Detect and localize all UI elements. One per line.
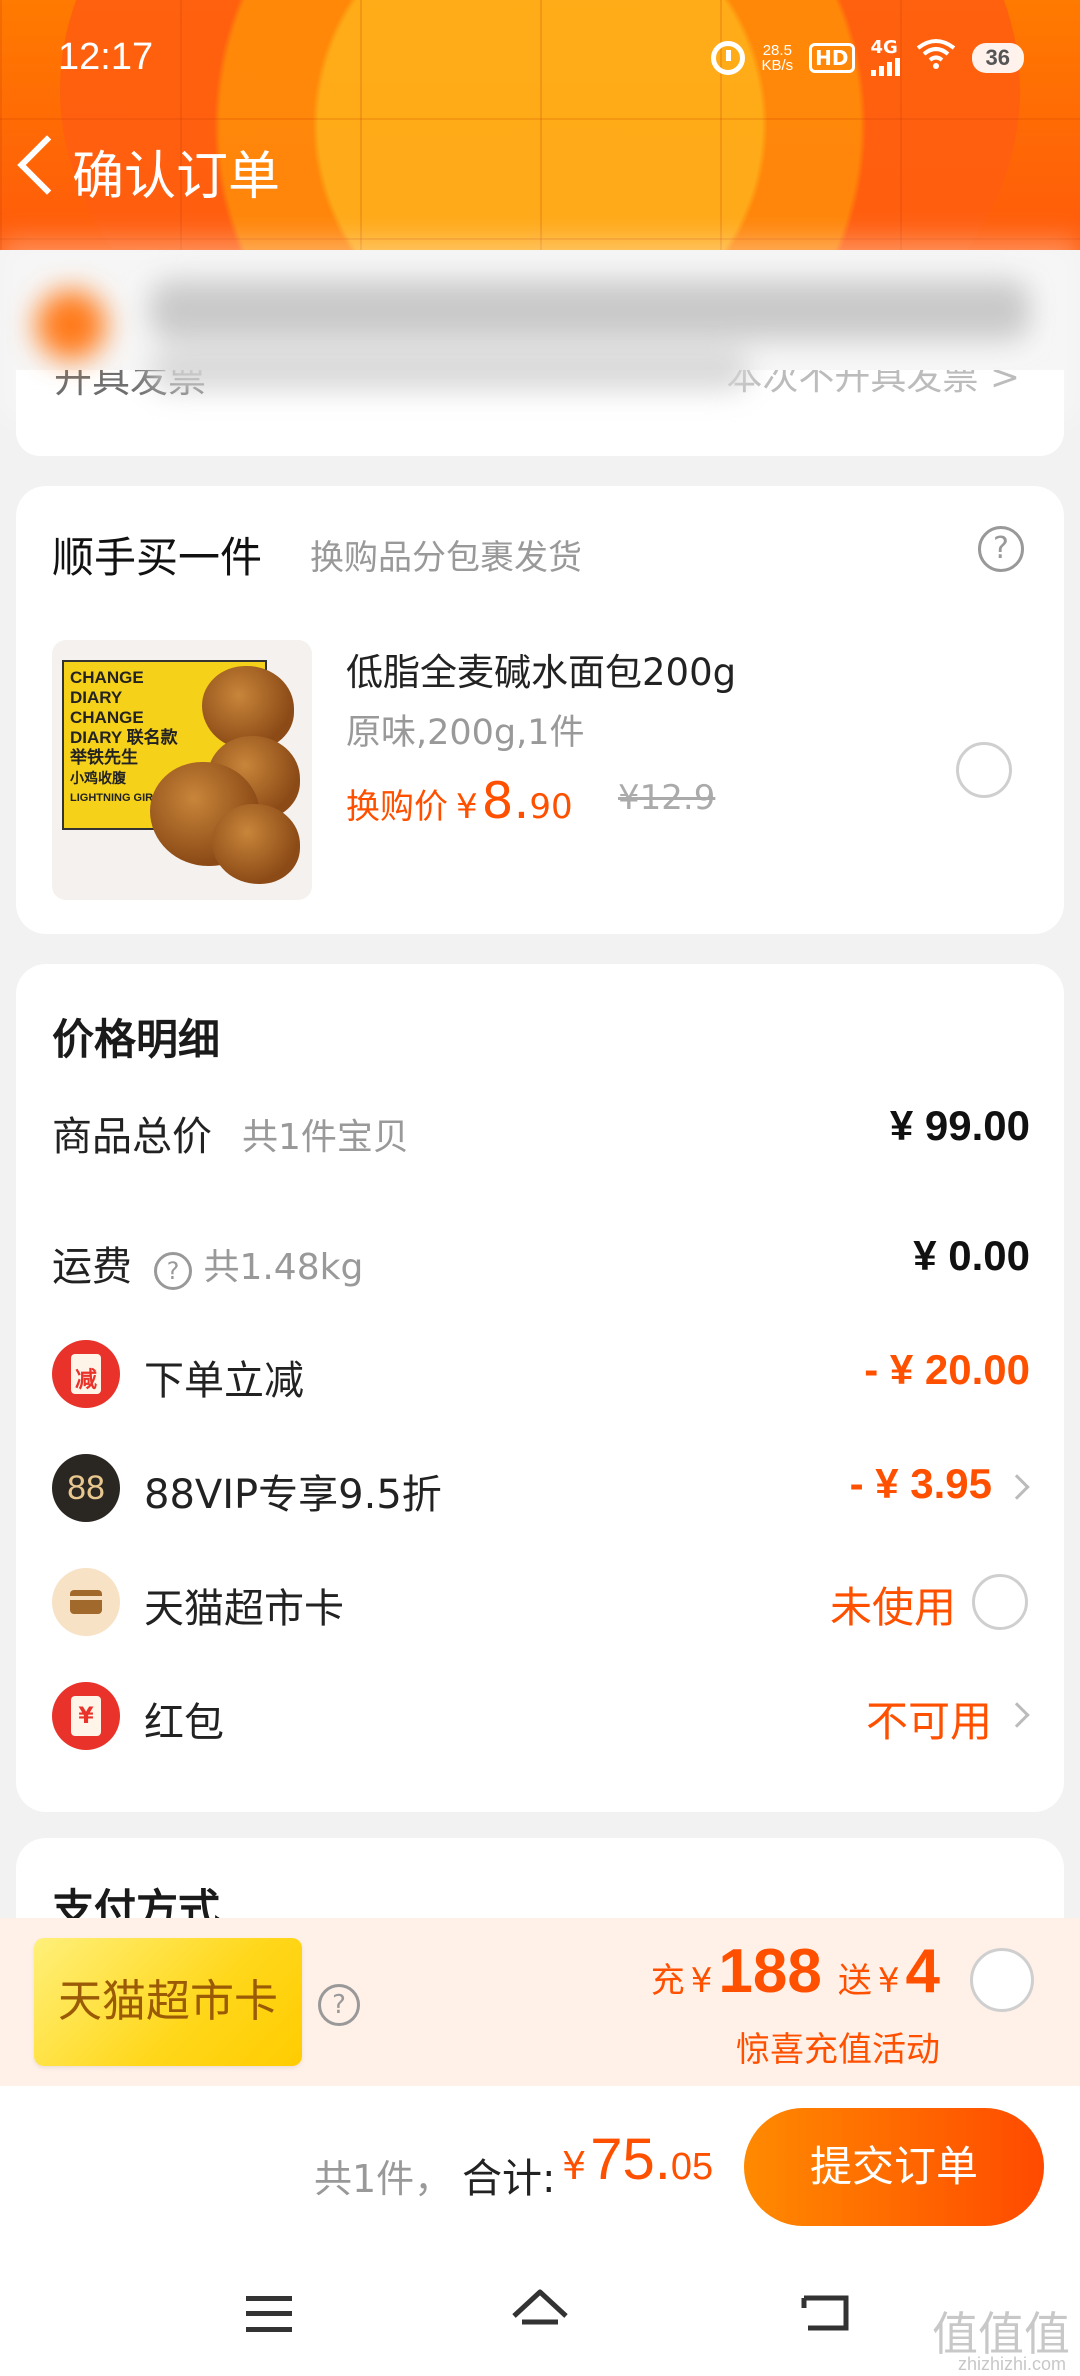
gift-prefix: 送 <box>837 1961 872 2001</box>
discount-icon: 减 <box>52 1340 120 1408</box>
shipping-note: ? 共1.48kg <box>154 1238 363 1290</box>
back-arrow-icon[interactable] <box>17 135 77 195</box>
system-nav-bar: 值值值 zhizhizhi.com <box>0 2256 1080 2376</box>
total-label: 合计: <box>462 2156 556 2202</box>
chevron-right-icon <box>1004 1702 1030 1728</box>
subtotal-amount: ¥ 99.00 <box>889 1102 1030 1149</box>
address-blurred-area <box>0 240 1080 420</box>
recharge-amount: 188 <box>718 1937 822 2006</box>
hd-icon: HD <box>809 42 855 73</box>
supermarket-card-label: 天猫超市卡 <box>144 1586 344 1632</box>
recharge-prefix: 充 <box>650 1961 685 2001</box>
package-text-line: CHANGE <box>70 708 144 727</box>
red-packet-icon-text: ¥ <box>78 1704 94 1729</box>
swap-price-decimal: 90 <box>529 787 573 827</box>
original-price: ¥12.9 <box>618 778 716 818</box>
recharge-currency: ¥ <box>690 1961 713 2001</box>
header-background: 12:17 28.5 KB/s HD 4G 36 确认订单 <box>0 0 1080 250</box>
menu-icon[interactable] <box>246 2296 292 2332</box>
subtotal-label: 商品总价 <box>52 1114 212 1160</box>
address-detail-redacted <box>150 350 750 390</box>
page-title: 确认订单 <box>72 147 281 207</box>
total-decimal: 05 <box>670 2146 714 2188</box>
title-bar: 确认订单 <box>0 130 1080 210</box>
vip-discount-label: 88VIP专享9.5折 <box>144 1472 442 1518</box>
bread-bun <box>212 804 300 884</box>
status-time: 12:17 <box>58 36 154 78</box>
package-text-line: DIARY <box>70 688 123 707</box>
red-packet-status: 不可用 <box>865 1697 992 1746</box>
red-packet-row[interactable]: ¥ 红包 不可用 <box>16 1676 1064 1756</box>
recharge-deal: 充 ¥ 188 送 ¥ 4 <box>651 1936 940 2007</box>
swap-price-currency: ¥ <box>456 787 478 827</box>
addon-title: 顺手买一件 <box>52 533 263 582</box>
gift-currency: ¥ <box>877 1961 900 2001</box>
recharge-promo-bar[interactable]: 天猫超市卡 ? 充 ¥ 188 送 ¥ 4 惊喜充值活动 <box>0 1918 1080 2086</box>
instant-discount-row: 减 下单立减 - ¥ 20.00 <box>16 1334 1064 1414</box>
location-icon <box>36 290 106 360</box>
item-count: 共1件， <box>314 2157 453 2201</box>
subtotal-note: 共1件宝贝 <box>242 1117 409 1158</box>
subtotal-row: 商品总价 共1件宝贝 ¥ 99.00 <box>16 1090 1064 1170</box>
recharge-subtitle: 惊喜充值活动 <box>736 2030 940 2070</box>
network-type: 4G <box>870 36 898 58</box>
shipping-row: 运费 ? 共1.48kg ¥ 0.00 <box>16 1220 1064 1300</box>
price-detail-card: 价格明细 商品总价 共1件宝贝 ¥ 99.00 运费 ? 共1.48kg ¥ 0… <box>16 964 1064 1812</box>
cellular-signal-icon: 4G <box>870 36 900 76</box>
product-spec: 原味,200g,1件 <box>346 713 585 753</box>
vip-discount-amount: - ¥ 3.95 <box>849 1460 992 1507</box>
addon-purchase-card: 顺手买一件 换购品分包裹发货 ? CHANGE DIARY CHANGE DIA… <box>16 486 1064 934</box>
package-text-line: DIARY 联名款 <box>70 728 178 747</box>
address-line-redacted <box>150 280 1030 340</box>
red-packet-label: 红包 <box>144 1700 224 1746</box>
supermarket-card-badge[interactable]: 天猫超市卡 <box>34 1938 302 2066</box>
total-price: ¥ 75. 05 <box>562 2126 713 2193</box>
recharge-select-radio[interactable] <box>970 1948 1034 2012</box>
total-integer: 75. <box>590 2127 671 2192</box>
supermarket-card-status: 未使用 <box>829 1583 956 1632</box>
supermarket-card-row: 天猫超市卡 未使用 <box>16 1562 1064 1642</box>
signal-bars-icon <box>870 56 900 76</box>
discount-icon-text: 减 <box>74 1368 97 1393</box>
alarm-icon <box>711 40 746 75</box>
submit-order-button[interactable]: 提交订单 <box>744 2108 1044 2226</box>
product-image[interactable]: CHANGE DIARY CHANGE DIARY 联名款 举铁先生 小鸡收腹 … <box>52 640 312 900</box>
shipping-help-icon[interactable]: ? <box>154 1252 192 1290</box>
instant-discount-label: 下单立减 <box>144 1358 304 1404</box>
network-speed: 28.5 KB/s <box>761 43 793 73</box>
network-speed-unit: KB/s <box>761 56 794 74</box>
swap-price-label: 换购价 <box>346 787 448 827</box>
submit-bar: 共1件， 合计: ¥ 75. 05 提交订单 <box>0 2086 1080 2256</box>
addon-subtitle: 换购品分包裹发货 <box>310 538 582 578</box>
price-detail-title: 价格明细 <box>52 1015 221 1064</box>
watermark-url: zhizhizhi.com <box>957 2354 1066 2374</box>
wifi-icon <box>916 38 956 77</box>
swap-price-integer: 8. <box>481 772 530 830</box>
wallet-card-icon <box>52 1568 120 1636</box>
product-name[interactable]: 低脂全麦碱水面包200g <box>346 642 736 696</box>
battery-icon: 36 <box>971 42 1024 73</box>
swap-price: 换购价 ¥ 8. 90 <box>346 772 573 830</box>
chevron-right-icon <box>1004 1474 1030 1500</box>
status-bar: 12:17 28.5 KB/s HD 4G 36 <box>0 30 1080 90</box>
red-packet-icon: ¥ <box>52 1682 120 1750</box>
gift-amount: 4 <box>905 1937 940 2006</box>
package-text-line: 举铁先生 <box>70 748 138 767</box>
home-icon[interactable] <box>510 2286 570 2342</box>
help-icon[interactable]: ? <box>978 526 1024 572</box>
package-text-line: CHANGE <box>70 668 144 687</box>
addon-select-radio[interactable] <box>956 742 1012 798</box>
vip88-icon: 88 <box>52 1454 120 1522</box>
shipping-amount: ¥ 0.00 <box>913 1232 1030 1279</box>
back-nav-icon[interactable] <box>800 2292 852 2336</box>
total-currency: ¥ <box>562 2144 587 2188</box>
shipping-label: 运费 <box>52 1244 132 1290</box>
vip-discount-row[interactable]: 88 88VIP专享9.5折 - ¥ 3.95 <box>16 1448 1064 1528</box>
promo-help-icon[interactable]: ? <box>318 1984 360 2026</box>
supermarket-card-radio[interactable] <box>972 1574 1028 1630</box>
shipping-weight: 共1.48kg <box>203 1247 364 1288</box>
instant-discount-amount: - ¥ 20.00 <box>864 1346 1030 1393</box>
status-icons: 28.5 KB/s HD 4G 36 <box>711 38 1024 77</box>
